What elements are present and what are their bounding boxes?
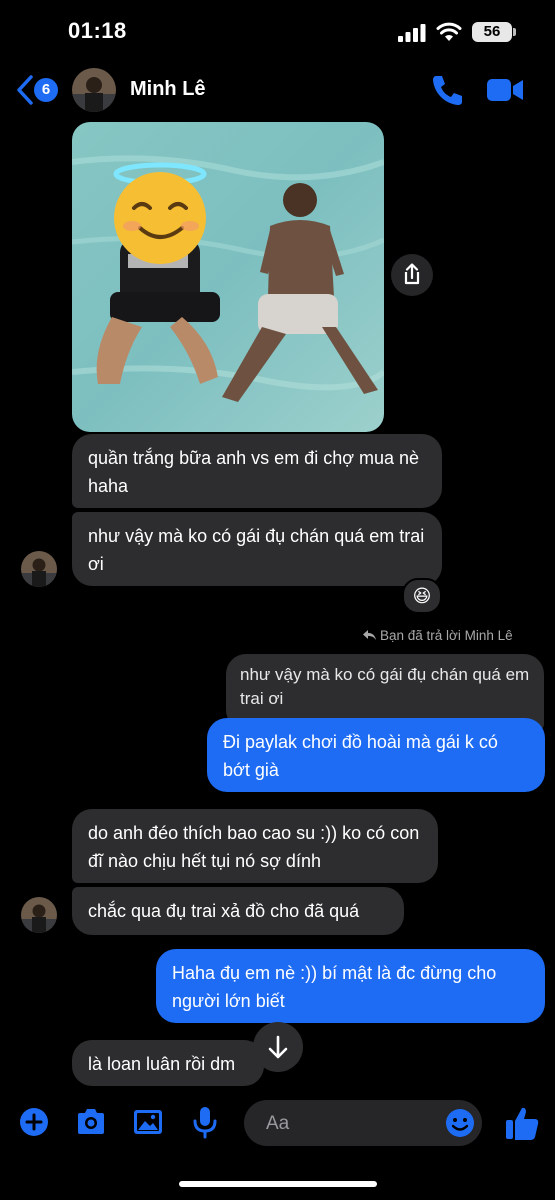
video-call-icon[interactable] bbox=[486, 76, 524, 104]
unread-count-badge[interactable]: 6 bbox=[34, 78, 58, 102]
share-button[interactable] bbox=[391, 254, 433, 296]
incoming-message[interactable]: như vậy mà ko có gái đụ chán quá em trai… bbox=[72, 512, 442, 586]
status-time: 01:18 bbox=[68, 18, 127, 43]
contact-name[interactable]: Minh Lê bbox=[130, 78, 206, 101]
contact-avatar[interactable] bbox=[72, 68, 116, 112]
incoming-message[interactable]: chắc qua đụ trai xả đồ cho đã quá bbox=[72, 887, 404, 935]
cellular-signal-icon bbox=[398, 24, 426, 42]
battery-indicator: 56 bbox=[472, 22, 512, 42]
reply-arrow-icon bbox=[363, 630, 376, 640]
camera-icon[interactable] bbox=[73, 1104, 109, 1140]
outgoing-message[interactable]: Haha đụ em nè :)) bí mật là đc đừng cho … bbox=[156, 949, 545, 1023]
incoming-message[interactable]: là loan luân rồi dm bbox=[72, 1040, 264, 1086]
add-plus-icon[interactable] bbox=[16, 1104, 52, 1140]
incoming-message[interactable]: do anh đéo thích bao cao su :)) ko có co… bbox=[72, 809, 438, 883]
outgoing-message[interactable]: Đi paylak chơi đồ hoài mà gái k có bớt g… bbox=[207, 718, 545, 792]
emoji-icon[interactable] bbox=[444, 1107, 476, 1139]
gallery-photo-icon[interactable] bbox=[130, 1104, 166, 1140]
reply-indicator: Bạn đã trả lời Minh Lê bbox=[362, 628, 513, 643]
message-input[interactable] bbox=[264, 1108, 438, 1140]
sender-avatar[interactable] bbox=[21, 551, 57, 587]
shared-photo[interactable] bbox=[72, 122, 384, 432]
back-chevron-icon[interactable] bbox=[14, 74, 36, 106]
reply-indicator-text: Bạn đã trả lời Minh Lê bbox=[380, 628, 513, 643]
wifi-icon bbox=[436, 22, 462, 41]
scroll-to-bottom-button[interactable] bbox=[253, 1022, 303, 1072]
battery-tip bbox=[513, 28, 516, 36]
sender-avatar[interactable] bbox=[21, 897, 57, 933]
phone-call-icon[interactable] bbox=[430, 74, 464, 106]
message-reaction[interactable]: 😆 bbox=[402, 578, 442, 614]
incoming-message[interactable]: quần trắng bữa anh vs em đi chợ mua nè h… bbox=[72, 434, 442, 508]
home-indicator bbox=[179, 1181, 377, 1187]
thumbs-up-icon[interactable] bbox=[504, 1104, 540, 1142]
microphone-icon[interactable] bbox=[187, 1104, 223, 1140]
